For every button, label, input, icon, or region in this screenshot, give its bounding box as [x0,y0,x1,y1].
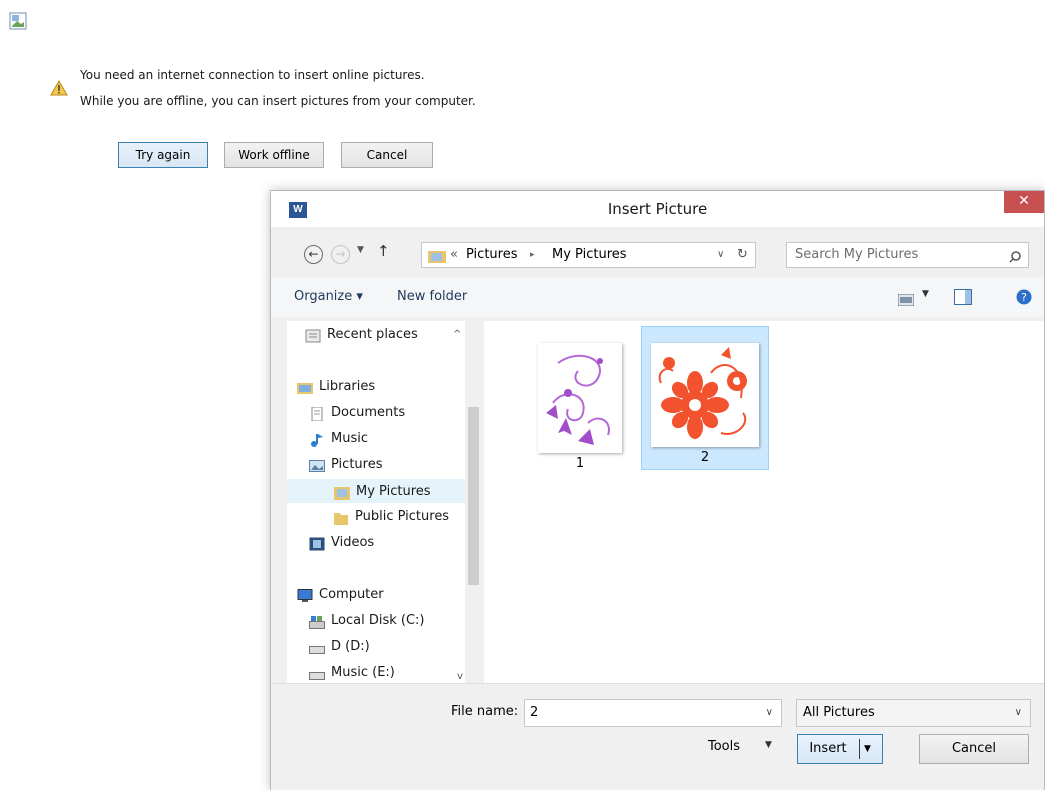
search-icon[interactable] [1009,248,1021,272]
folder-icon [428,248,446,272]
insert-dropdown-icon[interactable]: ▼ [864,735,871,763]
nav-item-recent-places[interactable]: Recent places ^ [305,323,465,347]
nav-item-documents[interactable]: Documents [309,401,465,425]
pictures-icon [309,458,325,472]
libraries-icon [297,380,313,394]
address-dropdown-icon[interactable]: ∨ [717,243,724,267]
preview-pane-icon[interactable] [954,289,972,309]
close-button[interactable]: ✕ [1004,191,1044,213]
organize-button[interactable]: Organize ▾ [294,289,363,304]
nav-item-libraries[interactable]: Libraries [297,375,465,399]
drive-icon [309,666,325,680]
help-icon[interactable]: ? [1016,289,1032,309]
address-bar[interactable]: « Pictures ▸ My Pictures ∨ ↻ [421,242,756,268]
crumb-separator: ▸ [530,250,535,260]
nav-item-pictures[interactable]: Pictures [309,453,465,477]
image-thumbnail [651,343,759,447]
drive-icon [309,640,325,654]
crumb-my-pictures[interactable]: My Pictures [552,243,627,267]
forward-icon[interactable]: → [331,245,350,264]
overflow-chevron[interactable]: « [450,243,458,267]
cancel-button[interactable]: Cancel [919,734,1029,764]
dialog-title: Insert Picture [607,200,708,218]
search-placeholder: Search My Pictures [795,247,919,262]
svg-text:?: ? [1021,291,1027,304]
documents-icon [309,406,325,422]
insert-split-button[interactable]: Insert ▼ [797,734,883,764]
nav-item-drive-d[interactable]: D (D:) [309,635,465,659]
folder-icon [333,510,349,525]
nav-item-videos[interactable]: Videos [309,531,465,555]
offline-message-line2: While you are offline, you can insert pi… [80,94,476,108]
file-name-input[interactable]: 2 ∨ [524,699,782,727]
back-icon[interactable]: ← [304,245,323,264]
chevron-down-icon[interactable]: ∨ [1015,700,1022,726]
new-folder-button[interactable]: New folder [397,289,467,304]
view-dropdown-icon[interactable]: ▼ [922,289,929,299]
nav-item-my-pictures[interactable]: My Pictures [287,479,465,503]
work-offline-button[interactable]: Work offline [224,142,324,168]
toolbar: Organize ▾ New folder ▼ ? [271,277,1044,317]
tools-dropdown-icon[interactable]: ▼ [765,740,772,750]
file-type-select[interactable]: All Pictures ∨ [796,699,1031,727]
nav-scrollbar[interactable] [465,321,482,683]
chevron-down-icon[interactable]: ∨ [766,700,773,726]
cancel-offline-button[interactable]: Cancel [341,142,433,168]
image-thumbnail [538,343,622,453]
recent-places-icon [305,328,321,343]
split-divider [859,739,860,759]
file-name-label: 1 [575,456,585,471]
videos-icon [309,536,325,551]
nav-item-public-pictures[interactable]: Public Pictures [333,505,465,529]
change-view-icon[interactable] [897,291,915,310]
navigation-pane: Recent places ^ Libraries Documents Musi… [287,321,465,683]
disk-icon [309,614,325,629]
nav-item-music[interactable]: Music [309,427,465,451]
folder-icon [334,485,350,500]
scroll-thumb[interactable] [468,407,479,585]
file-name-label: 2 [700,450,710,465]
insert-picture-dialog: W Insert Picture ✕ ← → ▼ ↑ « Pictures ▸ … [270,190,1045,790]
music-icon [309,432,325,447]
insert-button[interactable]: Insert [798,735,858,763]
offline-message-line1: You need an internet connection to inser… [80,68,425,82]
scroll-down-icon[interactable]: v [457,665,463,683]
search-box[interactable]: Search My Pictures [786,242,1029,268]
recent-locations-icon[interactable]: ▼ [357,245,364,255]
scroll-up-icon[interactable]: ^ [453,323,461,347]
app-icon [9,12,27,30]
file-item-1[interactable]: 1 [516,331,644,475]
try-again-button[interactable]: Try again [118,142,208,168]
file-name-label: File name: [451,704,519,719]
refresh-icon[interactable]: ↻ [737,243,748,267]
crumb-pictures[interactable]: Pictures [466,243,517,267]
dialog-footer: File name: 2 ∨ All Pictures ∨ Tools ▼ In… [271,683,1044,790]
nav-item-computer[interactable]: Computer [297,583,465,607]
navigation-row: ← → ▼ ↑ « Pictures ▸ My Pictures ∨ ↻ Sea… [271,231,1044,271]
nav-item-local-disk-c[interactable]: Local Disk (C:) [309,609,465,633]
computer-icon [297,588,313,602]
file-item-2[interactable]: 2 [641,326,769,470]
tools-button[interactable]: Tools [708,739,740,754]
up-icon[interactable]: ↑ [377,242,390,260]
warning-icon [50,79,68,100]
nav-item-drive-e[interactable]: Music (E:) v [309,661,465,683]
file-list: 1 2 [484,321,1044,683]
